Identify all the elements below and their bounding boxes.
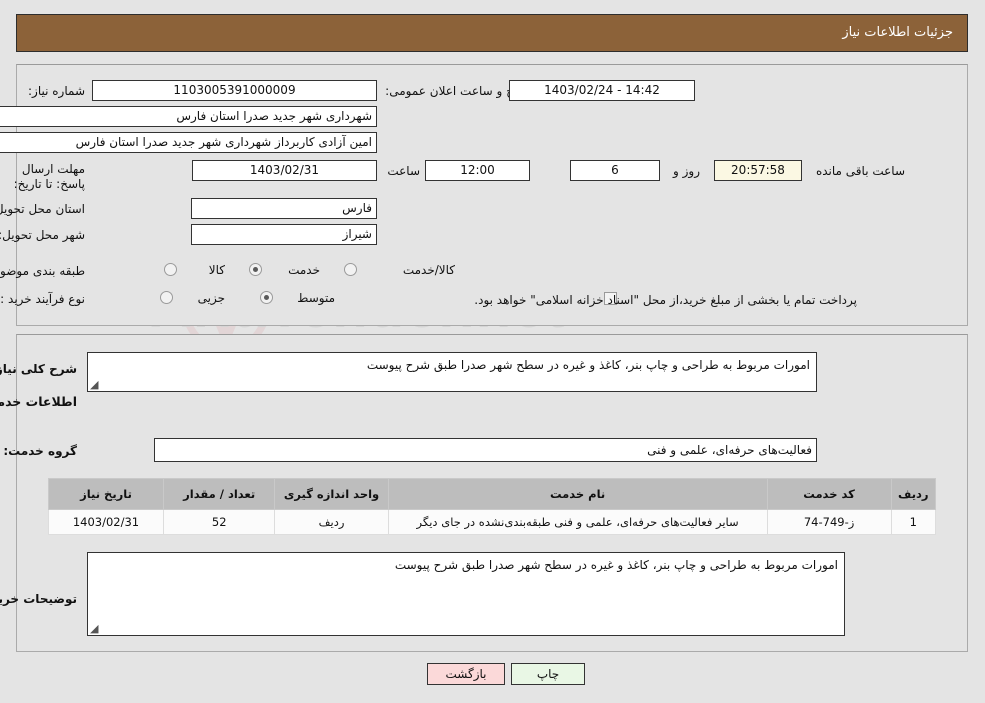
category-radio-kala-khedmat[interactable] — [344, 263, 357, 276]
column-header-radif: ردیف — [890, 478, 937, 510]
category-option-kala[interactable]: کالا — [209, 263, 225, 277]
delivery-city-label: شهر محل تحویل: — [0, 228, 85, 242]
deadline-label: مهلت ارسال پاسخ: تا تاریخ: — [13, 162, 85, 191]
table-header-row: ردیف کد خدمت نام خدمت واحد اندازه گیری ت… — [48, 478, 937, 510]
deadline-hour-label: ساعت — [387, 164, 420, 178]
purchase-process-label: نوع فرآیند خرید : — [0, 292, 85, 306]
service-group-label: گروه خدمت: — [3, 444, 77, 458]
delivery-province-field[interactable]: فارس — [191, 198, 377, 219]
category-option-khedmat[interactable]: خدمت — [288, 263, 320, 277]
service-group-field[interactable]: فعالیت‌های حرفه‌ای، علمی و فنی — [154, 438, 817, 462]
resize-grip-icon-notes[interactable]: ◣ — [90, 622, 100, 635]
process-option-jozii[interactable]: جزیی — [198, 291, 225, 305]
column-header-need-date: تاریخ نیاز — [48, 478, 164, 510]
announce-datetime-field[interactable]: 14:42 - 1403/02/24 — [509, 80, 695, 101]
need-summary-panel — [16, 64, 968, 326]
page-header-bar: جزئیات اطلاعات نیاز — [16, 14, 968, 52]
need-number-label: شماره نیاز: — [28, 84, 85, 98]
print-button[interactable]: چاپ — [511, 663, 585, 685]
back-button[interactable]: بازگشت — [427, 663, 505, 685]
cell-need-date: 1403/02/31 — [48, 509, 164, 535]
buyer-notes-value: امورات مربوط به طراحی و چاپ بنر، کاغذ و … — [394, 558, 838, 572]
request-creator-field[interactable]: امین آزادی کاربرداز شهرداری شهر جدید صدر… — [0, 132, 377, 153]
page-title: جزئیات اطلاعات نیاز — [842, 25, 953, 40]
remaining-days-label: روز و — [673, 164, 700, 178]
resize-grip-icon[interactable]: ◣ — [90, 378, 100, 391]
cell-quantity: 52 — [162, 509, 276, 535]
process-option-motevasset[interactable]: متوسط — [297, 291, 335, 305]
remaining-days-field[interactable]: 6 — [570, 160, 660, 181]
category-option-kala-khedmat[interactable]: کالا/خدمت — [403, 263, 455, 277]
category-label: طبقه بندی موضوعی: — [0, 264, 85, 278]
cell-unit: ردیف — [274, 509, 389, 535]
remaining-hours-label: ساعت باقی مانده — [815, 164, 905, 178]
treasury-documents-note: پرداخت تمام یا بخشی از مبلغ خرید،از محل … — [474, 293, 857, 307]
column-header-service-name: نام خدمت — [387, 478, 768, 510]
deadline-hour-field[interactable]: 12:00 — [425, 160, 530, 181]
buyer-org-field[interactable]: شهرداری شهر جدید صدرا استان فارس — [0, 106, 377, 127]
process-radio-motevasset[interactable] — [260, 291, 273, 304]
need-number-field[interactable]: 1103005391000009 — [92, 80, 377, 101]
general-desc-value: امورات مربوط به طراحی و چاپ بنر، کاغذ و … — [366, 358, 810, 372]
category-radio-kala[interactable] — [164, 263, 177, 276]
delivery-province-label: استان محل تحویل: — [0, 202, 85, 216]
countdown-timer-field: 20:57:58 — [714, 160, 802, 181]
deadline-date-field[interactable]: 1403/02/31 — [192, 160, 377, 181]
category-radio-khedmat[interactable] — [249, 263, 262, 276]
general-desc-textarea[interactable]: امورات مربوط به طراحی و چاپ بنر، کاغذ و … — [87, 352, 817, 392]
services-table: ردیف کد خدمت نام خدمت واحد اندازه گیری ت… — [48, 478, 937, 535]
cell-radif: 1 — [890, 509, 937, 535]
delivery-city-field[interactable]: شیراز — [191, 224, 377, 245]
column-header-service-code: کد خدمت — [766, 478, 892, 510]
column-header-quantity: تعداد / مقدار — [162, 478, 276, 510]
process-radio-jozii[interactable] — [160, 291, 173, 304]
cell-service-code: ز-749-74 — [766, 509, 892, 535]
table-row: 1 ز-749-74 سایر فعالیت‌های حرفه‌ای، علمی… — [48, 509, 937, 535]
services-section-heading: اطلاعات خدمات مورد نیاز — [0, 394, 77, 409]
buyer-notes-label: توضیحات خریدار: — [0, 592, 77, 606]
buyer-notes-textarea[interactable]: امورات مربوط به طراحی و چاپ بنر، کاغذ و … — [87, 552, 845, 636]
general-desc-label: شرح کلی نیاز: — [0, 362, 77, 376]
column-header-unit: واحد اندازه گیری — [274, 478, 389, 510]
cell-service-name: سایر فعالیت‌های حرفه‌ای، علمی و فنی طبقه… — [387, 509, 768, 535]
